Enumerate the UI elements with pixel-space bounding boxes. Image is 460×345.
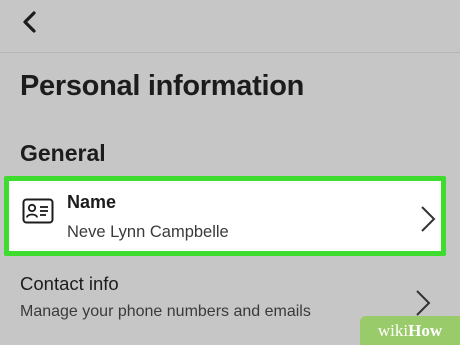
name-value: Neve Lynn Campbelle [67,223,229,241]
chevron-left-icon [23,11,36,33]
id-card-icon [22,198,54,224]
name-label: Name [67,192,117,212]
contact-info-description: Manage your phone numbers and emails [20,303,311,320]
back-button[interactable] [14,6,46,38]
header-divider [0,52,460,53]
name-list-item[interactable]: Name Neve Lynn Campbelle [4,176,446,256]
section-title: General [20,140,106,166]
top-bar [0,0,460,52]
chevron-right-icon [421,206,436,232]
watermark-wiki: wiki [377,320,409,340]
chevron-right-icon [416,290,431,316]
contact-info-label: Contact info [20,273,119,294]
page-title: Personal information [20,70,305,102]
watermark-how: How [408,320,443,340]
wikihow-watermark: wiki How [360,316,460,345]
